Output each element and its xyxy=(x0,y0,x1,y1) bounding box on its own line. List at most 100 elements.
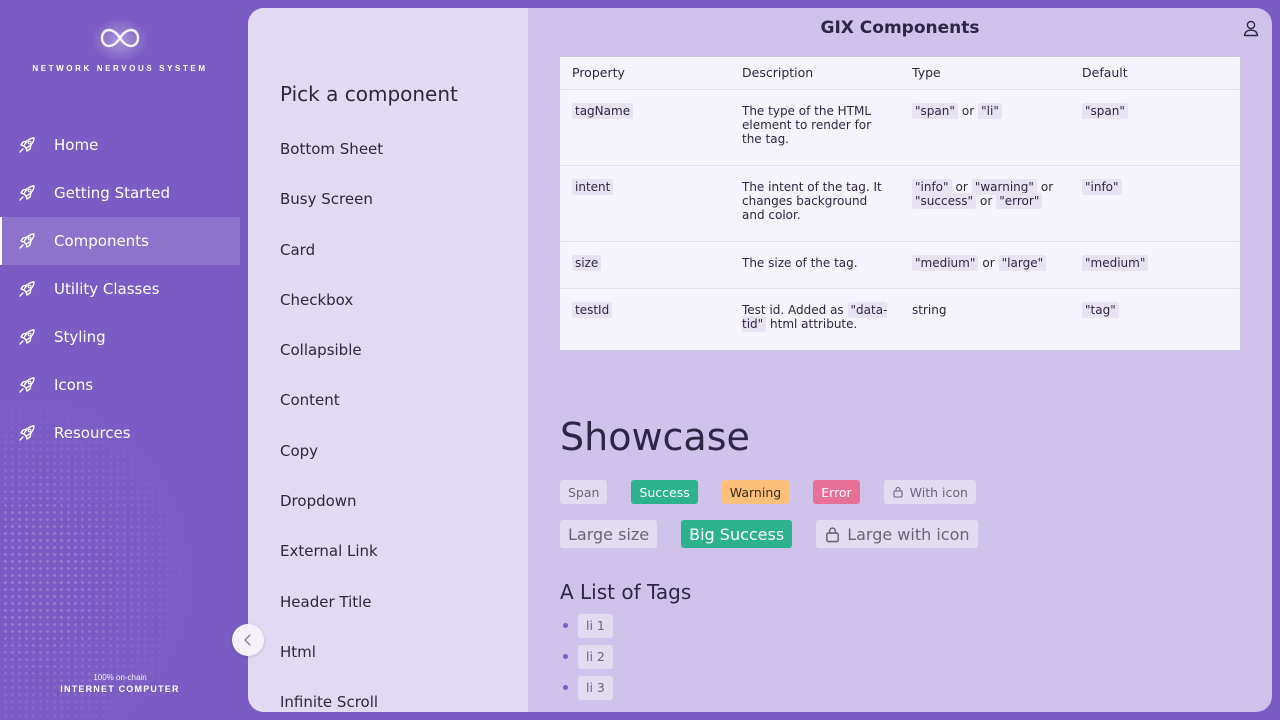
component-picker: Pick a component Bottom Sheet Busy Scree… xyxy=(248,8,528,712)
property-name: intent xyxy=(572,178,614,195)
component-link[interactable]: Collapsible xyxy=(280,338,383,388)
component-link[interactable]: Copy xyxy=(280,439,383,489)
property-description: The type of the HTML element to render f… xyxy=(730,88,900,165)
component-link[interactable]: Bottom Sheet xyxy=(280,137,383,187)
component-link[interactable]: Busy Screen xyxy=(280,187,383,237)
nav-item-label: Icons xyxy=(54,376,94,394)
lock-icon xyxy=(826,526,840,542)
table-row: size The size of the tag. "medium" or "lar… xyxy=(560,240,1240,288)
or-text: or xyxy=(982,255,995,270)
rocket-icon xyxy=(19,425,35,441)
list-item: li 2 xyxy=(560,641,613,672)
logo[interactable]: NETWORK NERVOUS SYSTEM xyxy=(0,18,240,73)
main-navigation: NETWORK NERVOUS SYSTEM Home Getting Star… xyxy=(0,0,248,720)
rocket-icon xyxy=(19,233,35,249)
tag-success: Success xyxy=(631,480,698,504)
rocket-icon xyxy=(19,329,35,345)
component-link[interactable]: Infinite Scroll xyxy=(280,690,383,712)
tag-span: Span xyxy=(560,480,608,504)
user-icon[interactable] xyxy=(1242,19,1260,37)
list-item: li 3 xyxy=(560,672,613,703)
component-link[interactable]: External Link xyxy=(280,539,383,589)
internet-computer-badge[interactable]: 100% on-chain INTERNET COMPUTER xyxy=(0,673,240,694)
nav-item-components[interactable]: Components xyxy=(0,217,240,265)
infinity-logo-icon xyxy=(100,28,140,48)
component-link[interactable]: Checkbox xyxy=(280,288,383,338)
tag-with-icon: With icon xyxy=(883,480,976,504)
component-list: Bottom Sheet Busy Screen Card Checkbox C… xyxy=(280,137,383,712)
rocket-icon xyxy=(19,281,35,297)
main-panel: Pick a component Bottom Sheet Busy Scree… xyxy=(248,8,1272,712)
component-link[interactable]: Dropdown xyxy=(280,489,383,539)
type-value: "error" xyxy=(996,192,1043,209)
tag-warning: Warning xyxy=(721,480,790,504)
nav-item-label: Home xyxy=(54,136,99,154)
lock-icon xyxy=(893,486,903,498)
tag-row-medium: Span Success Warning Error With icon xyxy=(560,480,976,504)
default-value: "medium" xyxy=(1082,254,1149,271)
nav-item-label: Utility Classes xyxy=(54,280,160,298)
type-value: string xyxy=(900,287,1070,350)
nav-item-label: Styling xyxy=(54,328,106,346)
nav-item-icons[interactable]: Icons xyxy=(0,361,240,409)
chevron-left-icon xyxy=(244,634,251,646)
property-description: The size of the tag. xyxy=(730,240,900,288)
type-value: "li" xyxy=(978,102,1002,119)
column-header: Default xyxy=(1082,65,1128,81)
rocket-icon xyxy=(19,137,35,153)
tag-big-success: Big Success xyxy=(681,520,793,548)
tag-label: With icon xyxy=(909,484,968,500)
nav-item-label: Resources xyxy=(54,424,131,442)
ic-badge-caption: 100% on-chain xyxy=(93,673,147,682)
property-name: tagName xyxy=(572,102,634,119)
default-value: "tag" xyxy=(1082,301,1119,318)
ic-badge-title: INTERNET COMPUTER xyxy=(60,684,180,694)
table-header-row: Property Description Type Default xyxy=(560,57,1240,89)
rocket-icon xyxy=(19,377,35,393)
table-row: tagName The type of the HTML element to … xyxy=(560,88,1240,165)
tag-li: li 1 xyxy=(578,613,613,638)
list-item: li 1 xyxy=(560,610,613,641)
picker-title: Pick a component xyxy=(280,82,458,106)
nav-item-resources[interactable]: Resources xyxy=(0,409,240,457)
properties-table: Property Description Type Default tagNam… xyxy=(560,57,1240,350)
collapse-menu-button[interactable] xyxy=(232,624,264,656)
showcase-heading: Showcase xyxy=(560,415,750,459)
or-text: or xyxy=(955,179,968,194)
nav-item-getting-started[interactable]: Getting Started xyxy=(0,169,240,217)
nav-item-label: Components xyxy=(54,232,149,250)
type-value: "large" xyxy=(998,254,1047,271)
component-link[interactable]: Html xyxy=(280,640,383,690)
tag-large: Large size xyxy=(560,520,658,548)
column-header: Description xyxy=(742,65,814,81)
tag-list: li 1 li 2 li 3 xyxy=(560,610,613,703)
tag-label: Large with icon xyxy=(847,524,970,544)
default-value: "info" xyxy=(1082,178,1122,195)
content-area: GIX Components Property Description Type… xyxy=(528,8,1272,712)
default-value: "span" xyxy=(1082,102,1128,119)
nav-item-styling[interactable]: Styling xyxy=(0,313,240,361)
column-header: Property xyxy=(572,65,625,81)
component-link[interactable]: Header Title xyxy=(280,590,383,640)
property-name: size xyxy=(572,254,602,271)
component-link[interactable]: Content xyxy=(280,388,383,438)
tag-list-heading: A List of Tags xyxy=(560,580,692,604)
tag-row-large: Large size Big Success Large with icon xyxy=(560,520,978,548)
nav-item-utility-classes[interactable]: Utility Classes xyxy=(0,265,240,313)
rocket-icon xyxy=(19,185,35,201)
tag-error: Error xyxy=(813,480,860,504)
or-text: or xyxy=(961,103,975,118)
or-text: or xyxy=(979,193,993,208)
type-value: "success" xyxy=(912,192,976,209)
nav-list: Home Getting Started Components Utility … xyxy=(0,121,240,457)
property-name: testId xyxy=(572,301,613,318)
component-link[interactable]: Card xyxy=(280,238,383,288)
property-description: The intent of the tag. It changes backgr… xyxy=(730,164,900,241)
description-text: html attribute. xyxy=(770,316,858,331)
table-row: intent The intent of the tag. It changes… xyxy=(560,164,1240,241)
table-row: testId Test id. Added as "data-tid" html… xyxy=(560,287,1240,350)
or-text: or xyxy=(1040,179,1054,194)
page-title: GIX Components xyxy=(820,18,980,38)
tag-li: li 2 xyxy=(578,644,613,669)
nav-item-home[interactable]: Home xyxy=(0,121,240,169)
